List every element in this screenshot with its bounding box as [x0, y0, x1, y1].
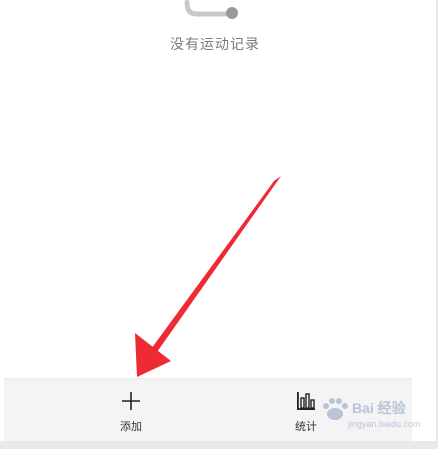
- app-screen: 没有运动记录 添加 统计 Bai 经验 jingyan.baidu.com: [0, 0, 438, 449]
- bar-chart-icon: [297, 392, 315, 410]
- empty-record-icon: [184, 0, 238, 19]
- empty-state-message: 没有运动记录: [170, 37, 260, 53]
- stats-label: 统计: [295, 420, 317, 433]
- plus-icon: [122, 392, 140, 410]
- system-bottom-strip: [0, 441, 438, 449]
- add-button[interactable]: 添加: [101, 389, 161, 437]
- stats-button[interactable]: 统计: [276, 389, 336, 437]
- bottom-navigation-bar: 添加 统计: [4, 378, 412, 442]
- add-label: 添加: [120, 420, 142, 433]
